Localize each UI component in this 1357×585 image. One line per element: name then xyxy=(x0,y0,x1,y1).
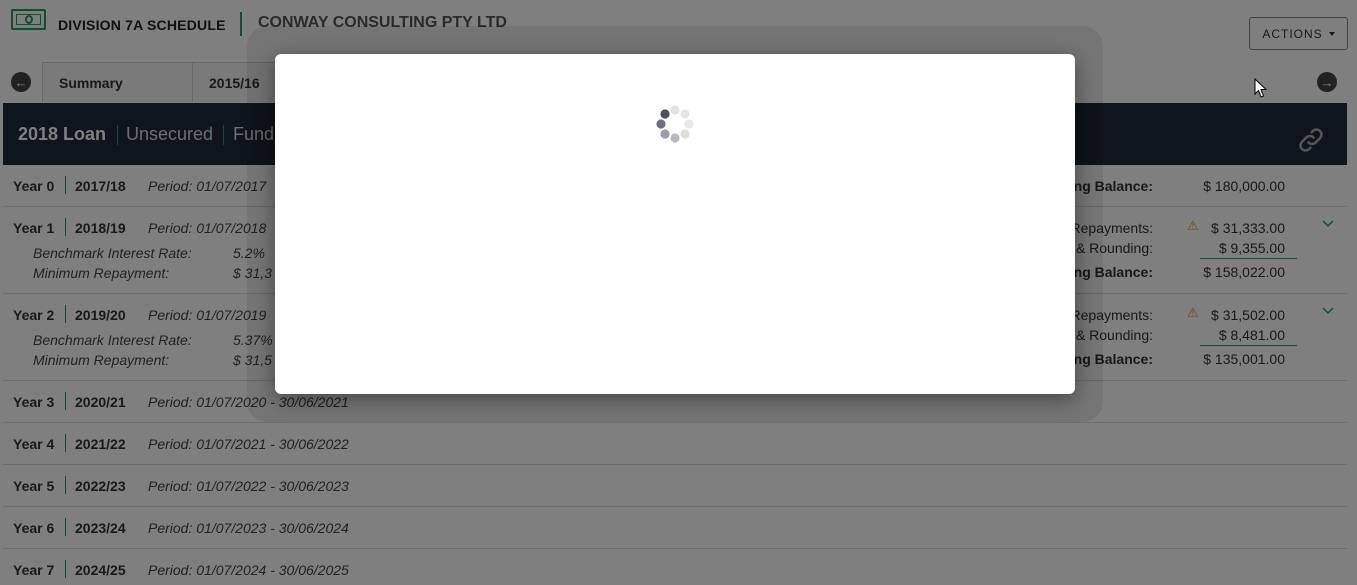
loading-modal xyxy=(275,54,1075,394)
mouse-cursor-icon xyxy=(1254,78,1268,98)
loading-spinner-icon xyxy=(656,105,694,143)
